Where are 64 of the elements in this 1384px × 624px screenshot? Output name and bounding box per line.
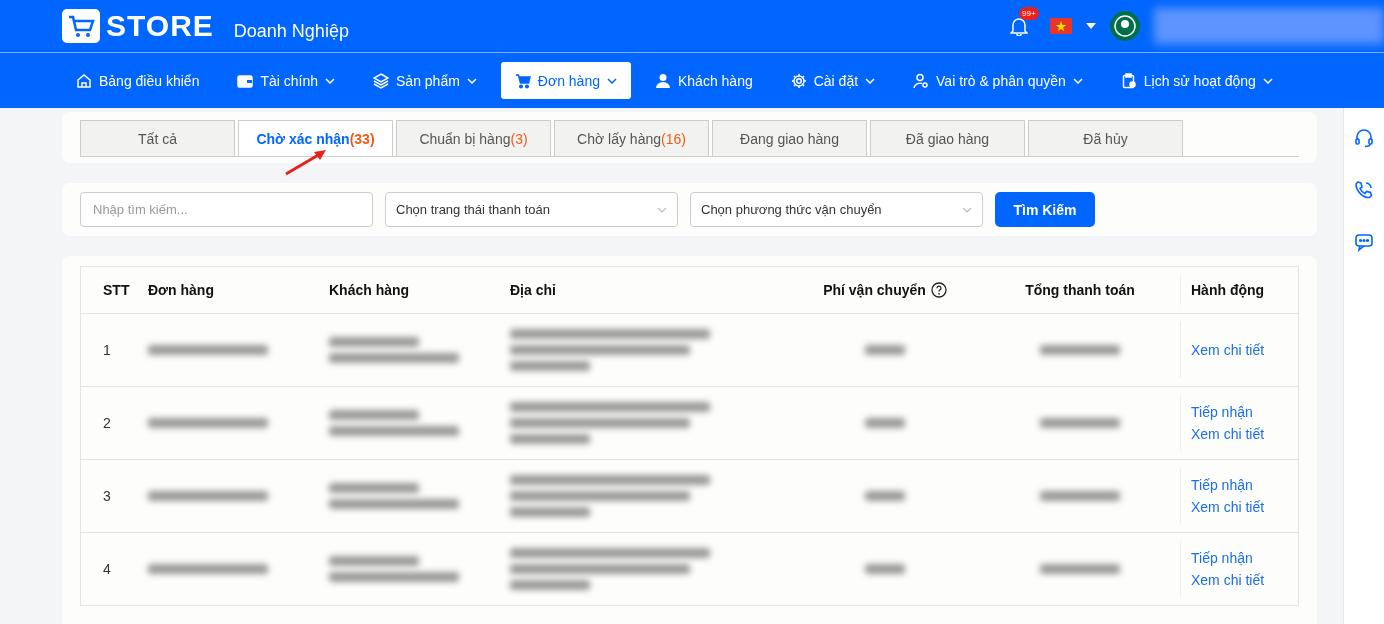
annotation-arrow: [284, 148, 328, 176]
status-tab[interactable]: Chuẩn bị hàng(3): [396, 120, 551, 156]
redacted-text: [865, 345, 905, 355]
action-link[interactable]: Xem chi tiết: [1191, 572, 1265, 588]
caret-icon[interactable]: [1086, 23, 1096, 29]
action-link[interactable]: Xem chi tiết: [1191, 342, 1265, 358]
chevron-down-icon: [657, 206, 667, 213]
nav-item[interactable]: Cài đặt: [776, 62, 890, 99]
status-tab[interactable]: Đã giao hàng: [870, 120, 1025, 156]
layers-icon: [373, 72, 389, 89]
shipping-method-select[interactable]: Chọn phương thức vận chuyển: [690, 192, 983, 227]
redacted-text: [865, 418, 905, 428]
column-header: Tổng thanh toán: [1025, 282, 1135, 298]
chevron-down-icon: [962, 206, 972, 213]
status-tab[interactable]: Chờ xác nhận(33): [238, 120, 393, 156]
action-link[interactable]: Tiếp nhận: [1191, 404, 1253, 420]
status-tab[interactable]: Đã hủy: [1028, 120, 1183, 156]
action-link[interactable]: Xem chi tiết: [1191, 499, 1265, 515]
search-button[interactable]: Tìm Kiếm: [995, 192, 1095, 227]
row-number: 4: [103, 561, 111, 577]
nav-item[interactable]: Lịch sử hoạt động: [1106, 62, 1287, 99]
column-header: STT: [103, 282, 130, 298]
payment-status-select[interactable]: Chọn trang thái thanh toán: [385, 192, 678, 227]
bell-icon[interactable]: [1010, 16, 1028, 36]
clipboard-icon: [1120, 72, 1137, 89]
home-icon: [76, 72, 92, 89]
phone-icon[interactable]: [1354, 180, 1374, 200]
status-tab[interactable]: Tất cả: [80, 120, 235, 156]
nav-item[interactable]: Khách hàng: [640, 62, 767, 99]
nav-item[interactable]: Vai trò & phân quyền: [899, 62, 1097, 99]
column-header: Phí vận chuyển: [823, 282, 926, 298]
status-tab[interactable]: Đang giao hàng: [712, 120, 867, 156]
action-link[interactable]: Tiếp nhận: [1191, 550, 1253, 566]
notification-badge: 99+: [1019, 7, 1039, 20]
column-header: Đơn hàng: [148, 282, 214, 298]
column-header: Địa chỉ: [510, 282, 556, 298]
nav-item[interactable]: Sản phẩm: [359, 62, 491, 99]
avatar-logo-icon[interactable]: [1110, 11, 1140, 41]
redacted-text: [865, 564, 905, 574]
redacted-text: [865, 491, 905, 501]
cart-logo-icon: [62, 9, 100, 43]
nav-item[interactable]: Bảng điều khiển: [62, 62, 214, 99]
status-tab[interactable]: Chờ lấy hàng(16): [554, 120, 709, 156]
logo-text: STORE: [106, 9, 214, 43]
headset-icon[interactable]: [1354, 128, 1374, 148]
nav-item[interactable]: Tài chính: [223, 62, 349, 99]
nav-item[interactable]: Đơn hàng: [500, 62, 631, 99]
action-link[interactable]: Tiếp nhận: [1191, 477, 1253, 493]
cart-icon: [514, 72, 531, 89]
column-header: Hành động: [1191, 282, 1265, 298]
chat-icon[interactable]: [1354, 232, 1374, 252]
app-subtitle: Doanh Nghiệp: [233, 20, 349, 42]
wallet-icon: [237, 72, 254, 89]
search-field[interactable]: Nhập tìm kiếm...: [80, 192, 373, 227]
action-link[interactable]: Xem chi tiết: [1191, 426, 1265, 442]
flag-icon[interactable]: [1050, 18, 1072, 34]
row-number: 2: [103, 415, 111, 431]
gear-icon: [790, 72, 807, 89]
help-icon[interactable]: [930, 282, 947, 298]
row-number: 3: [103, 488, 111, 504]
column-header: Khách hàng: [329, 282, 410, 298]
user-gear-icon: [913, 72, 930, 89]
row-number: 1: [103, 342, 111, 358]
user-icon: [654, 72, 671, 89]
